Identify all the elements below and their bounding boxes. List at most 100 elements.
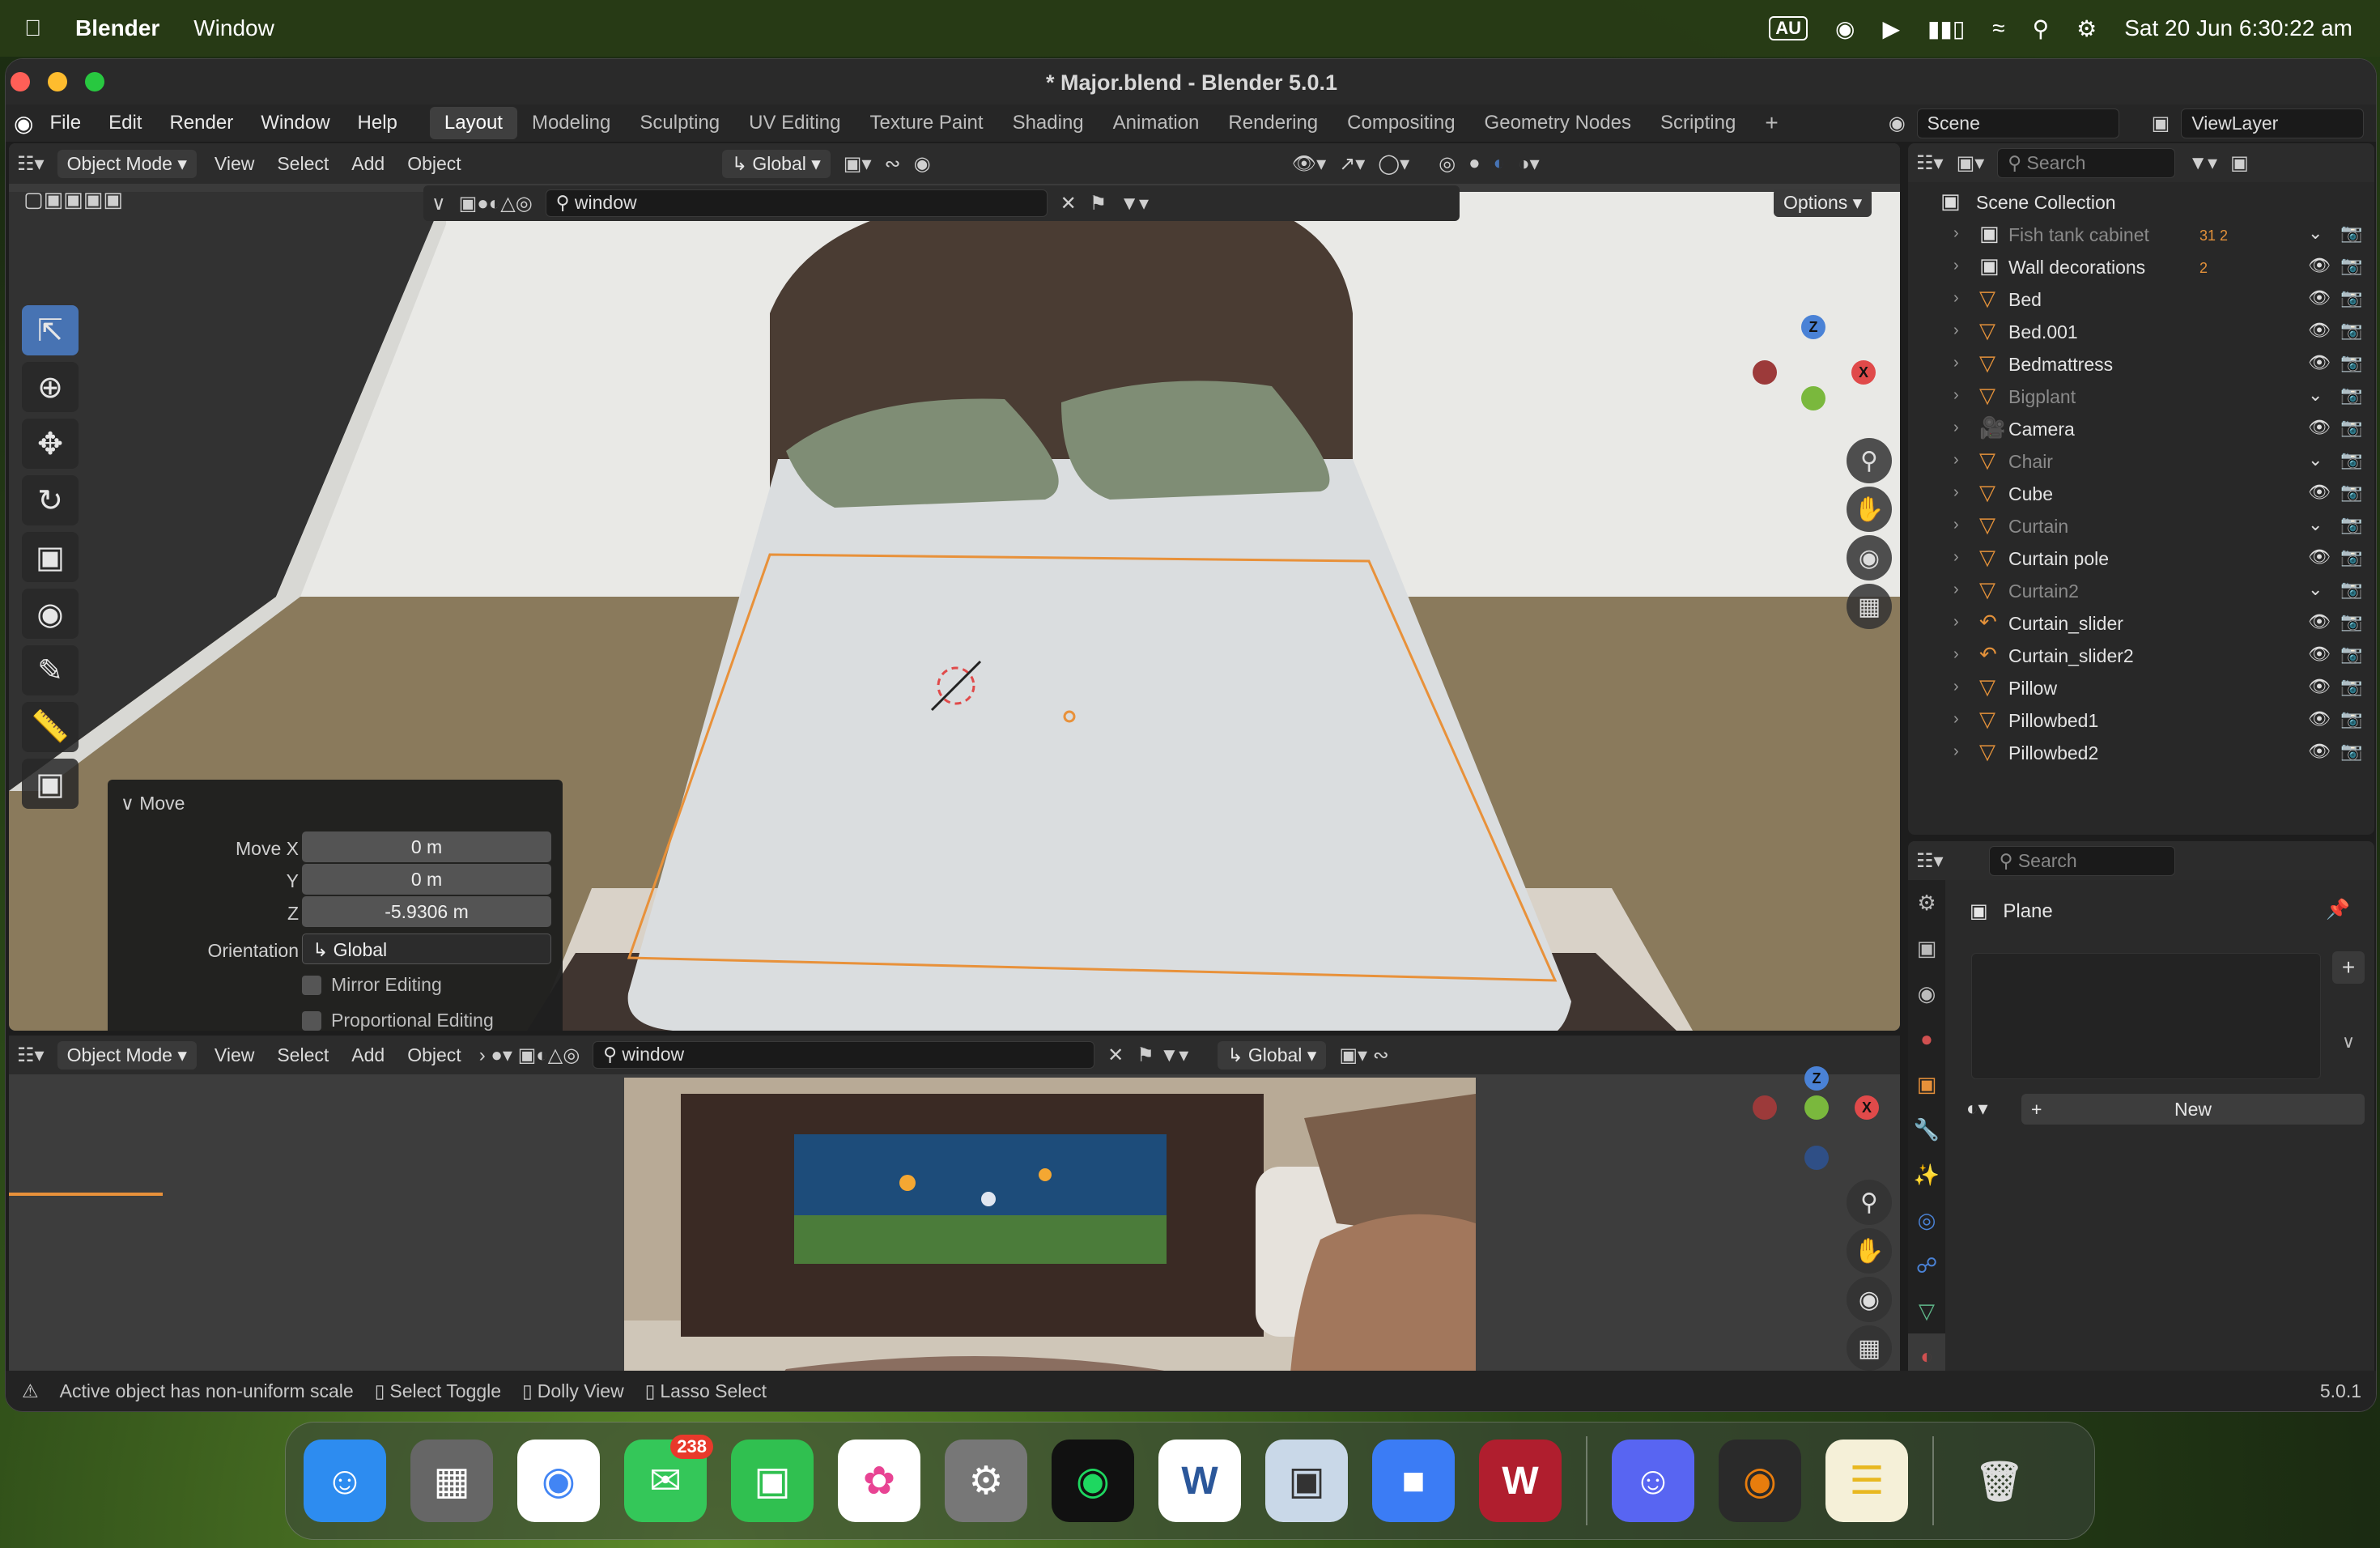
menu-help[interactable]: Help (358, 112, 397, 134)
menu-window[interactable]: Window (193, 15, 274, 41)
mirror-editing-checkbox[interactable] (302, 976, 321, 995)
constraints-tab-icon[interactable]: ☍ (1908, 1243, 1945, 1288)
outliner-item[interactable]: › ▣ Wall decorations 2 👁 📷 (1908, 250, 2374, 283)
expand-arrow-icon[interactable]: › (1953, 224, 1959, 243)
input-source-indicator[interactable]: AU (1769, 16, 1808, 40)
gizmo2-z-axis[interactable]: Z (1804, 1066, 1829, 1091)
expand-arrow-icon[interactable]: › (1953, 710, 1959, 729)
render-camera-icon[interactable]: 📷 (2340, 546, 2362, 568)
3d-viewport-main[interactable]: ☷▾ Object Mode ▾ View Select Add Object … (9, 143, 1900, 1031)
material-slot-list[interactable] (1971, 953, 2321, 1079)
outliner-item[interactable]: › ▽ Bigplant ⌄ 📷 (1908, 380, 2374, 412)
add-workspace-icon[interactable]: + (1750, 105, 1792, 141)
world-tab-icon[interactable]: ● (1908, 1016, 1945, 1061)
gizmo-icon[interactable]: ↗▾ (1339, 152, 1365, 176)
eye-icon[interactable]: 👁 (2308, 708, 2331, 729)
eye-icon[interactable]: 👁 (2308, 741, 2331, 762)
outliner-item[interactable]: › ▽ Cube 👁 📷 (1908, 477, 2374, 509)
tool-tab-icon[interactable]: ⚙ (1908, 880, 1945, 925)
eye-icon[interactable]: 👁 (2308, 417, 2331, 438)
clear-search-icon[interactable]: ✕ (1060, 192, 1077, 215)
tab-scripting[interactable]: Scripting (1646, 107, 1750, 139)
render-camera-icon[interactable]: 📷 (2340, 320, 2362, 341)
view-layer-selector[interactable]: ViewLayer (2181, 108, 2365, 138)
messages-icon[interactable]: ✉ 238 (624, 1435, 713, 1522)
move-y-field[interactable]: 0 m (302, 864, 551, 895)
outliner-search-input[interactable]: ⚲ Search (1997, 147, 2176, 178)
chrome-icon[interactable]: ◉ (517, 1440, 600, 1522)
data-tab-icon[interactable]: ▽ (1908, 1288, 1945, 1333)
scale-tool[interactable]: ▣ (22, 532, 79, 582)
filter-icon-2[interactable]: ⚑ ▼▾ (1137, 1044, 1188, 1067)
clock[interactable]: Sat 20 Jun 6:30:22 am (2124, 15, 2352, 41)
3d-viewport-secondary[interactable]: ☷▾ Object Mode ▾ View Select Add Object … (9, 1036, 1900, 1411)
roblox-icon[interactable]: ■ (1372, 1440, 1455, 1522)
pan-hand-icon[interactable]: ✋ (1847, 487, 1892, 532)
outliner-item[interactable]: › ▽ Curtain2 ⌄ 📷 (1908, 574, 2374, 606)
filter-icon[interactable]: ▼▾ (1120, 192, 1149, 215)
app-menu-blender[interactable]: Blender (75, 15, 159, 41)
mode-selector[interactable]: Object Mode ▾ (57, 149, 197, 178)
wireframe-shading-icon[interactable]: ◎ (1439, 152, 1456, 176)
add-cube-tool[interactable]: ▣ (22, 759, 79, 809)
display-mode-icon[interactable]: ▣▾ (1957, 151, 1985, 175)
new-collection-icon[interactable]: ▣ (2230, 151, 2249, 175)
expand-arrow-icon[interactable]: › (1953, 451, 1959, 470)
location-icon[interactable]: ◉ (1835, 15, 1855, 42)
expand-arrow-icon[interactable]: › (1953, 257, 1959, 275)
modifier-tab-icon[interactable]: 🔧 (1908, 1107, 1945, 1152)
battery-icon[interactable]: ▮▮▯ (1927, 15, 1965, 42)
properties-search-input[interactable]: ⚲ Search (1988, 845, 2175, 876)
menu-select-2[interactable]: Select (272, 1043, 334, 1068)
scene-tab-icon[interactable]: ◉ (1908, 971, 1945, 1016)
outliner-item[interactable]: › ▣ Fish tank cabinet 31 2 ⌄ 📷 (1908, 218, 2374, 250)
render-camera-icon[interactable]: 📷 (2340, 741, 2362, 762)
render-camera-icon[interactable]: 📷 (2340, 449, 2362, 470)
gizmo2-neg-x-axis[interactable] (1753, 1095, 1777, 1120)
outliner-item[interactable]: › ▽ Pillowbed2 👁 📷 (1908, 736, 2374, 768)
gizmo2-x-axis[interactable]: X (1855, 1095, 1879, 1120)
outliner-item[interactable]: › ▽ Bed.001 👁 📷 (1908, 315, 2374, 347)
bookmark-icon[interactable]: ⚑ (1090, 192, 1107, 215)
render-camera-icon[interactable]: 📷 (2340, 611, 2362, 632)
render-camera-icon[interactable]: 📷 (2340, 644, 2362, 665)
preview-icon[interactable]: ▣ (1265, 1440, 1348, 1522)
particles-tab-icon[interactable]: ✨ (1908, 1152, 1945, 1197)
filter-type-icons[interactable]: ▣●◐△◎ (459, 192, 533, 215)
eye-icon[interactable]: 👁 (2308, 287, 2331, 308)
eye-icon[interactable]: 👁 (2308, 611, 2331, 632)
blender-logo-icon[interactable]: ◉ (14, 110, 33, 137)
render-camera-icon[interactable]: 📷 (2340, 514, 2362, 535)
tab-sculpting[interactable]: Sculpting (625, 107, 734, 139)
measure-tool[interactable]: 📏 (22, 702, 79, 752)
outliner-item[interactable]: › ▽ Curtain pole 👁 📷 (1908, 542, 2374, 574)
tab-animation[interactable]: Animation (1099, 107, 1214, 139)
add-material-slot-button[interactable]: + (2332, 951, 2365, 984)
word-icon[interactable]: W (1158, 1440, 1241, 1522)
scene-icon[interactable]: ◉ (1889, 112, 1906, 135)
outliner-item[interactable]: › ▽ Chair ⌄ 📷 (1908, 444, 2374, 477)
camera-view-icon-2[interactable]: ◉ (1847, 1277, 1892, 1322)
move-z-field[interactable]: -5.9306 m (302, 896, 551, 927)
menu-add[interactable]: Add (346, 151, 389, 176)
outliner-item[interactable]: › ↶ Curtain_slider2 👁 📷 (1908, 639, 2374, 671)
view-layer-icon[interactable]: ▣ (2152, 112, 2170, 135)
tab-modeling[interactable]: Modeling (517, 107, 625, 139)
tab-geometry-nodes[interactable]: Geometry Nodes (1470, 107, 1646, 139)
eye-icon[interactable]: 👁 (2308, 352, 2331, 373)
collapse-icon[interactable]: ∨ (431, 192, 446, 215)
render-camera-icon[interactable]: 📷 (2340, 708, 2362, 729)
menu-window[interactable]: Window (261, 112, 329, 134)
tab-texture-paint[interactable]: Texture Paint (856, 107, 998, 139)
proportional-editing-checkbox[interactable] (302, 1011, 321, 1031)
outliner-item[interactable]: › ▽ Bedmattress 👁 📷 (1908, 347, 2374, 380)
render-camera-icon[interactable]: 📷 (2340, 255, 2362, 276)
expand-arrow-icon[interactable]: › (1953, 419, 1959, 437)
render-camera-icon[interactable]: 📷 (2340, 417, 2362, 438)
finder-icon[interactable]: ☺ (304, 1440, 386, 1522)
slot-menu-icon[interactable]: ∨ (2332, 1026, 2365, 1058)
pan-hand-icon-2[interactable]: ✋ (1847, 1228, 1892, 1274)
system-settings-icon[interactable]: ⚙ (945, 1440, 1027, 1522)
expand-arrow-icon[interactable]: › (1953, 386, 1959, 405)
wolfram-icon[interactable]: W (1479, 1440, 1562, 1522)
